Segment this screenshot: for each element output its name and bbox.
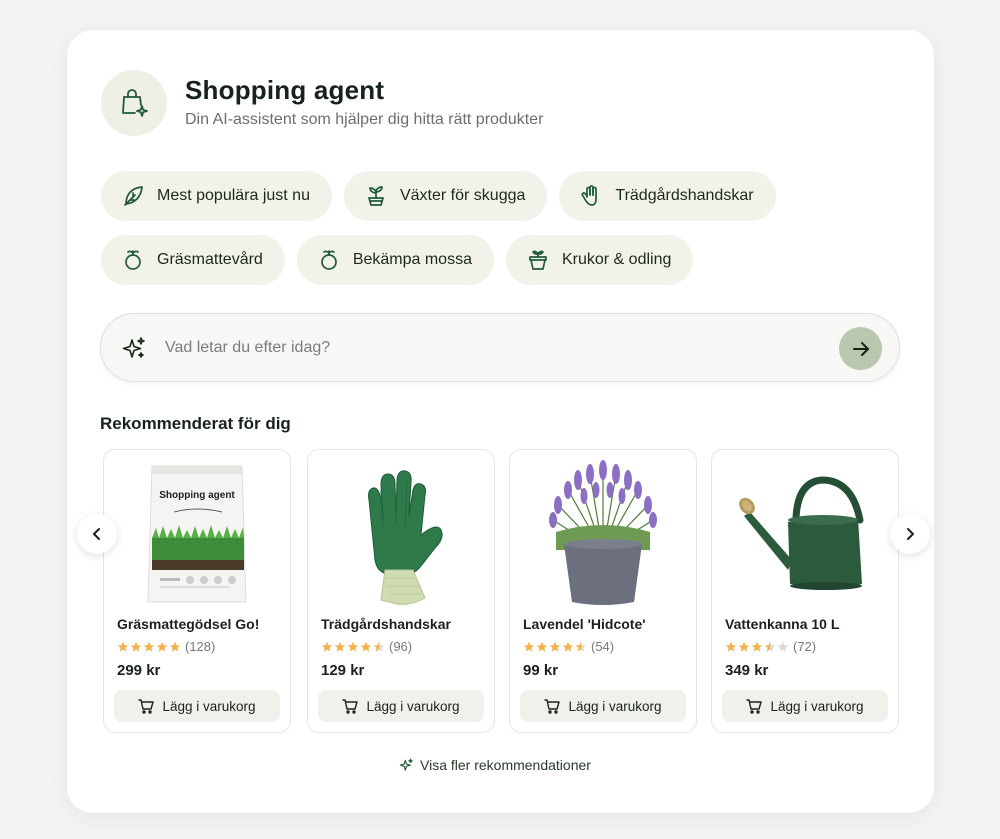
suggestion-chips: Mest populära just nu Växter för skugga … bbox=[101, 171, 901, 299]
star-icon bbox=[536, 641, 548, 651]
add-to-cart-button[interactable]: Lägg i varukorg bbox=[520, 690, 686, 722]
chip-label: Växter för skugga bbox=[399, 187, 526, 204]
planter-icon bbox=[529, 250, 547, 270]
add-to-cart-label: Lägg i varukorg bbox=[568, 698, 662, 714]
sprout-icon bbox=[125, 250, 141, 270]
product-image-gloves bbox=[308, 460, 494, 610]
product-card[interactable]: Trädgårdshandskar (96) 129 kr Lägg i var… bbox=[307, 449, 495, 733]
arrow-right-icon bbox=[852, 341, 869, 356]
product-card[interactable]: Vattenkanna 10 L (72) 349 kr Lägg i varu… bbox=[711, 449, 899, 733]
carousel-next-button[interactable] bbox=[890, 514, 930, 554]
add-to-cart-button[interactable]: Lägg i varukorg bbox=[722, 690, 888, 722]
product-carousel: Shopping agent Gräsmattegödsel Go! (128) bbox=[103, 449, 899, 733]
glove-icon bbox=[581, 185, 598, 206]
cart-icon bbox=[544, 699, 561, 714]
star-rating bbox=[725, 641, 789, 653]
chip-label: Mest populära just nu bbox=[157, 187, 310, 204]
cart-icon bbox=[342, 699, 359, 714]
star-icon bbox=[360, 641, 372, 651]
chip-label: Trädgårdshandskar bbox=[615, 187, 754, 204]
chip-shade-plants[interactable]: Växter för skugga bbox=[343, 171, 548, 221]
star-icon bbox=[751, 641, 763, 651]
chip-fight-moss[interactable]: Bekämpa mossa bbox=[296, 235, 494, 285]
search-input[interactable] bbox=[165, 332, 825, 364]
product-image-lavender bbox=[510, 460, 696, 610]
product-name: Trädgårdshandskar bbox=[321, 616, 451, 632]
add-to-cart-label: Lägg i varukorg bbox=[770, 698, 864, 714]
carousel-prev-button[interactable] bbox=[77, 514, 117, 554]
star-icon bbox=[562, 641, 574, 651]
bag-brand-text: Shopping agent bbox=[159, 490, 235, 501]
star-icon bbox=[777, 641, 789, 651]
search-submit-button[interactable] bbox=[839, 327, 882, 370]
recommended-heading: Rekommenderat för dig bbox=[100, 414, 291, 433]
sprout-icon bbox=[320, 250, 337, 270]
page-title: Shopping agent bbox=[185, 75, 385, 105]
leaf-icon bbox=[124, 186, 143, 206]
review-count: (96) bbox=[389, 639, 413, 654]
product-price: 299 kr bbox=[117, 662, 161, 679]
product-card[interactable]: Shopping agent Gräsmattegödsel Go! (128) bbox=[103, 449, 291, 733]
star-icon bbox=[321, 641, 333, 651]
star-rating bbox=[117, 641, 181, 653]
product-image-fertilizer: Shopping agent bbox=[104, 460, 290, 610]
review-count: (54) bbox=[591, 639, 615, 654]
chevron-right-icon bbox=[907, 528, 914, 540]
star-icon bbox=[523, 641, 535, 651]
product-card[interactable]: Lavendel 'Hidcote' (54) 99 kr Lägg i var… bbox=[509, 449, 697, 733]
cart-icon bbox=[138, 699, 155, 714]
product-rating: (128) bbox=[117, 639, 215, 654]
star-icon bbox=[143, 641, 155, 651]
product-rating: (72) bbox=[725, 639, 816, 654]
show-more-label: Visa fler rekommendationer bbox=[420, 757, 591, 773]
add-to-cart-label: Lägg i varukorg bbox=[366, 698, 460, 714]
show-more-link[interactable]: Visa fler rekommendationer bbox=[399, 757, 591, 773]
star-icon bbox=[575, 641, 587, 651]
star-icon bbox=[347, 641, 359, 651]
plant-pot-icon bbox=[368, 186, 384, 206]
product-rating: (54) bbox=[523, 639, 614, 654]
star-icon bbox=[725, 641, 737, 651]
shopping-agent-card: Shopping agent Din AI-assistent som hjäl… bbox=[67, 30, 934, 813]
chip-popular[interactable]: Mest populära just nu bbox=[101, 171, 332, 221]
page-subtitle: Din AI-assistent som hjälper dig hitta r… bbox=[185, 111, 544, 128]
review-count: (72) bbox=[793, 639, 817, 654]
product-name: Lavendel 'Hidcote' bbox=[523, 616, 646, 632]
star-icon bbox=[373, 641, 385, 651]
star-icon bbox=[169, 641, 181, 651]
star-icon bbox=[130, 641, 142, 651]
sparkles-icon bbox=[399, 758, 413, 771]
product-name: Vattenkanna 10 L bbox=[725, 616, 840, 632]
chip-label: Gräsmattevård bbox=[157, 251, 263, 268]
search-bar bbox=[100, 313, 900, 382]
chip-lawn-care[interactable]: Gräsmattevård bbox=[101, 235, 285, 285]
add-to-cart-label: Lägg i varukorg bbox=[162, 698, 256, 714]
product-price: 349 kr bbox=[725, 662, 769, 679]
star-rating bbox=[321, 641, 385, 653]
review-count: (128) bbox=[185, 639, 216, 654]
product-rating: (96) bbox=[321, 639, 412, 654]
product-image-watering-can bbox=[712, 460, 898, 610]
add-to-cart-button[interactable]: Lägg i varukorg bbox=[114, 690, 280, 722]
product-price: 99 kr bbox=[523, 662, 559, 679]
chip-label: Bekämpa mossa bbox=[352, 251, 472, 268]
star-icon bbox=[549, 641, 561, 651]
cart-icon bbox=[746, 699, 763, 714]
add-to-cart-button[interactable]: Lägg i varukorg bbox=[318, 690, 484, 722]
sparkles-icon bbox=[122, 337, 145, 358]
star-rating bbox=[523, 641, 587, 653]
star-icon bbox=[738, 641, 750, 651]
product-name: Gräsmattegödsel Go! bbox=[117, 616, 260, 632]
star-icon bbox=[764, 641, 776, 651]
star-icon bbox=[156, 641, 168, 651]
star-icon bbox=[334, 641, 346, 651]
chevron-left-icon bbox=[93, 528, 100, 540]
chip-label: Krukor & odling bbox=[561, 251, 672, 268]
chip-garden-gloves[interactable]: Trädgårdshandskar bbox=[559, 171, 776, 221]
shopping-bag-sparkle-icon bbox=[101, 70, 167, 136]
product-price: 129 kr bbox=[321, 662, 365, 679]
star-icon bbox=[117, 641, 129, 651]
chip-pots-growing[interactable]: Krukor & odling bbox=[505, 235, 694, 285]
